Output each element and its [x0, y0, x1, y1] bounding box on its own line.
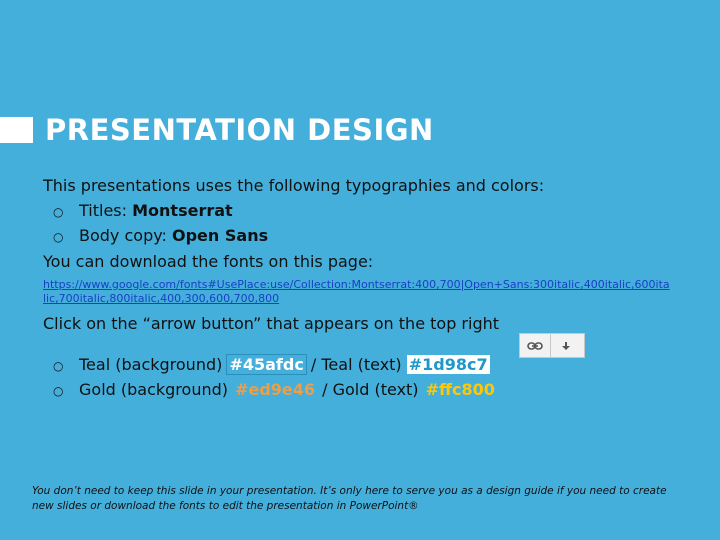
title-accent-bar [0, 117, 33, 143]
font-link-line-1: https://www.google.com/fonts#UsePlace:us… [43, 278, 670, 291]
typography-value: Montserrat [132, 200, 233, 220]
gold-bg-value: #ed9e46 [235, 380, 316, 399]
gold-separator: / Gold (text) [317, 380, 424, 399]
link-button[interactable] [520, 334, 550, 357]
bullet-circle-icon: ○ [53, 204, 64, 219]
typography-item-body: ○ Body copy: Open Sans [43, 224, 693, 250]
typography-label: Body copy: [79, 226, 172, 245]
typography-label: Titles: [79, 200, 133, 220]
bullet-circle-icon: ○ [53, 230, 64, 244]
download-text: You can download the fonts on this page: [43, 251, 374, 271]
download-arrow-button[interactable] [551, 334, 581, 357]
footer-note: You don’t need to keep this slide in you… [32, 485, 667, 512]
intro-text: This presentations uses the following ty… [43, 176, 545, 195]
teal-bg-value: #45afdc [226, 353, 307, 375]
teal-text-value: #1d98c7 [406, 354, 490, 374]
bullet-circle-icon: ○ [53, 358, 64, 373]
slide-body: This presentations uses the following ty… [43, 174, 693, 404]
teal-bg-label: Teal (background) [79, 354, 228, 374]
color-item-teal: ○ Teal (background) #45afdc / Teal (text)… [43, 353, 693, 379]
arrow-button-toolbar [519, 333, 585, 358]
typography-value: Open Sans [172, 226, 269, 245]
link-icon [527, 336, 543, 355]
bullet-circle-icon: ○ [53, 384, 64, 398]
font-download-link[interactable]: https://www.google.com/fonts#UsePlace:us… [43, 278, 683, 306]
arrow-instruction: Click on the “arrow button” that appears… [43, 314, 500, 333]
slide-title: PRESENTATION DESIGN [45, 113, 434, 147]
teal-separator: / Teal (text) [305, 354, 407, 374]
color-item-gold: ○ Gold (background) #ed9e46 / Gold (text)… [43, 378, 693, 404]
gold-text-value: #ffc800 [425, 380, 495, 399]
font-link-line-2: lic,700italic,800italic,400,300,600,700,… [43, 292, 280, 305]
color-list: ○ Teal (background) #45afdc / Teal (text)… [43, 353, 693, 404]
typography-item-titles: ○ Titles: Montserrat [43, 199, 693, 225]
gold-bg-label: Gold (background) [79, 380, 234, 399]
download-arrow-icon [561, 336, 571, 355]
